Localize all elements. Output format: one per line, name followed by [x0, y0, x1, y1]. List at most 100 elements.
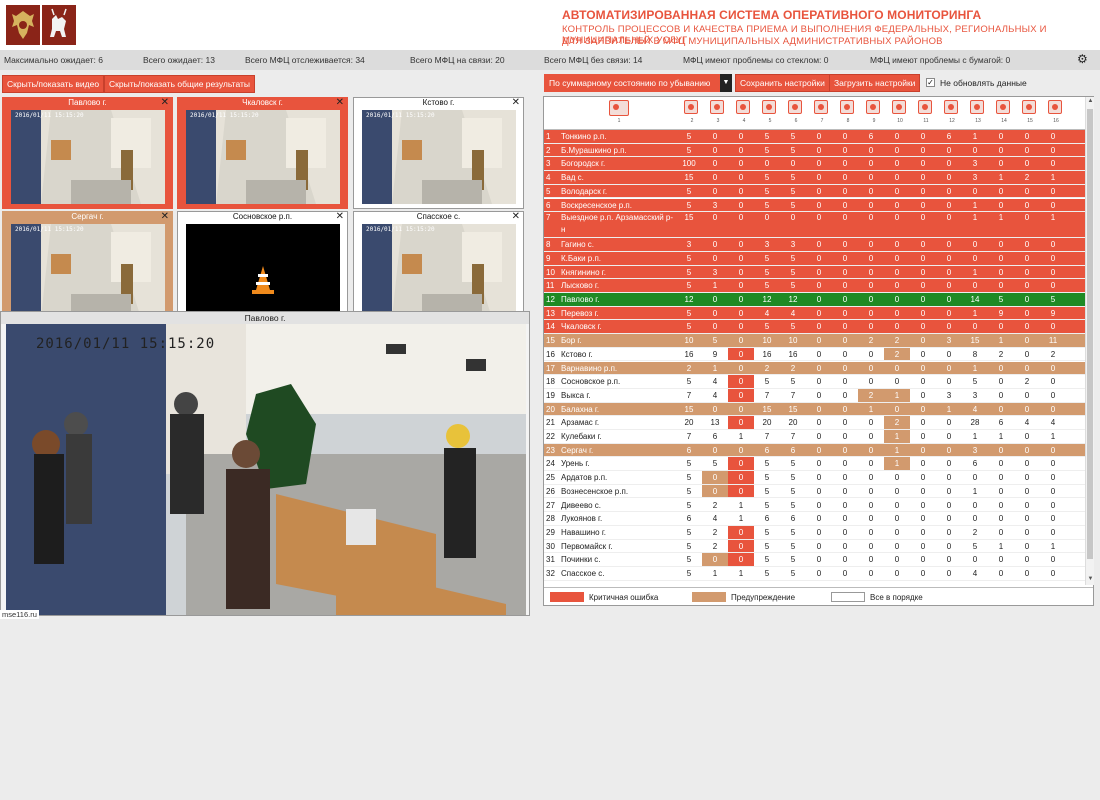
- chart-alt-icon[interactable]: [996, 100, 1010, 114]
- table-row[interactable]: 3 Богородск г. 100 0 0 0 0 0 0 0 0 0 0 3 0 0 0: [544, 157, 1085, 172]
- table-row[interactable]: 7 Выездное р.п. Арзамасский р-н 15 0 0 0 0 0 0 0 0…: [544, 212, 1085, 239]
- table-row[interactable]: 25 Ардатов р.п. 5 0 0 5 5 0 0 0 0 0 0 0 0 0 0: [544, 471, 1085, 485]
- video-tile[interactable]: Павлово г. ✕ 2016/01/11 15:15:20: [2, 97, 173, 209]
- alert-person-icon[interactable]: [866, 100, 880, 114]
- table-row[interactable]: 16 Кстово г. 16 9 0 16 16 0 0 0 2 0 0 8 2 0 2: [544, 347, 1085, 362]
- chart-up-icon[interactable]: [970, 100, 984, 114]
- table-row[interactable]: 17 Варнавино р.п. 2 1 0 2 2 0 0 0 0 0 0 1 0 0 0: [544, 361, 1085, 376]
- row-value: 0: [1050, 514, 1056, 524]
- warning-icon[interactable]: [918, 100, 932, 114]
- payment-icon[interactable]: [944, 100, 958, 114]
- close-icon[interactable]: ✕: [336, 98, 344, 108]
- scroll-thumb[interactable]: [1087, 109, 1093, 559]
- table-row[interactable]: 11 Лысково г. 5 1 0 5 5 0 0 0 0 0 0 0 0 0 0: [544, 279, 1085, 293]
- toggle-results-button[interactable]: Скрыть/показать общие результаты: [104, 75, 255, 93]
- row-mfc-name: Вознесенское р.п.: [561, 486, 629, 496]
- table-row[interactable]: 19 Выкса г. 7 4 0 7 7 0 0 2 1 0 3 3 0 0 0: [544, 388, 1085, 403]
- close-icon[interactable]: ✕: [336, 212, 344, 222]
- row-mfc-name: Лысково г.: [561, 281, 600, 291]
- video-tile[interactable]: Кстово г. ✕ 2016/01/11 15:15:20: [353, 97, 524, 209]
- gear-icon[interactable]: ⚙: [1077, 52, 1088, 66]
- video-tile[interactable]: Чкаловск г. ✕ 2016/01/11 15:15:20: [177, 97, 348, 209]
- save-settings-button[interactable]: Сохранить настройки: [735, 74, 830, 92]
- toggle-video-button[interactable]: Скрыть/показать видео: [2, 75, 105, 93]
- row-value: 0: [946, 473, 952, 483]
- close-icon[interactable]: ✕: [161, 212, 169, 222]
- row-value: 0: [868, 445, 874, 455]
- legend: Критичная ошибка Предупреждение Все в по…: [544, 587, 1093, 605]
- table-row[interactable]: 32 Спасское с. 5 1 1 5 5 0 0 0 0 0 0 4 0 0 0: [544, 567, 1085, 581]
- video-tile[interactable]: Спасское с. ✕ 2016/01/11 15:15:20: [353, 211, 524, 323]
- table-row[interactable]: 10 Княгинино г. 5 3 0 5 5 0 0 0 0 0 0 1 0 0 0: [544, 265, 1085, 280]
- table-row[interactable]: 6 Воскресенское р.п. 5 3 0 5 5 0 0 0 0 0 0 1 0 0 0: [544, 198, 1085, 213]
- table-row[interactable]: 30 Первомайск г. 5 2 0 5 5 0 0 0 0 0 0 5 1 0 1: [544, 539, 1085, 554]
- table-row[interactable]: 21 Арзамас г. 20 13 0 20 20 0 0 0 2 0 0 28 6 4 4: [544, 416, 1085, 430]
- table-row[interactable]: 27 Дивеево с. 5 2 1 5 5 0 0 0 0 0 0 0 0 0 0: [544, 498, 1085, 513]
- row-value: 7: [686, 390, 692, 400]
- money-icon[interactable]: [892, 100, 906, 114]
- load-settings-button[interactable]: Загрузить настройки: [829, 74, 921, 92]
- table-row[interactable]: 2 Б.Мурашкино р.п. 5 0 0 5 5 0 0 0 0 0 0 0 0 0 0: [544, 143, 1085, 158]
- row-value: 0: [1024, 349, 1030, 359]
- calendar-check-icon[interactable]: [840, 100, 854, 114]
- table-row[interactable]: 23 Сергач г. 6 0 0 6 6 0 0 0 1 0 0 3 0 0 0: [544, 443, 1085, 458]
- row-value: 15: [684, 404, 694, 414]
- row-value: 0: [894, 541, 900, 551]
- row-number: 10: [546, 267, 555, 277]
- row-value: 0: [920, 514, 926, 524]
- no-update-checkbox[interactable]: ✓: [926, 78, 935, 87]
- table-row[interactable]: 24 Урень г. 5 5 0 5 5 0 0 0 1 0 0 6 0 0 0: [544, 457, 1085, 472]
- sort-select[interactable]: По суммарному состоянию по убыванию ▼: [544, 74, 732, 92]
- mail-icon[interactable]: [814, 100, 828, 114]
- table-row[interactable]: 5 Володарск г. 5 0 0 5 5 0 0 0 0 0 0 0 0 0 0: [544, 184, 1085, 199]
- close-icon[interactable]: ✕: [512, 212, 520, 222]
- row-value: 1: [712, 569, 718, 578]
- table-row[interactable]: 4 Вад с. 15 0 0 5 5 0 0 0 0 0 0 3 1 2 1: [544, 171, 1085, 185]
- people-icon[interactable]: [684, 100, 698, 114]
- alert-bell-icon[interactable]: [1022, 100, 1036, 114]
- table-row[interactable]: 26 Вознесенское р.п. 5 0 0 5 5 0 0 0 0 0 0 1 0 0 0: [544, 484, 1085, 499]
- report-icon[interactable]: [1048, 100, 1062, 114]
- close-icon[interactable]: ✕: [161, 98, 169, 108]
- row-value: 0: [816, 159, 822, 169]
- row-value: 0: [842, 267, 848, 277]
- calendar-icon[interactable]: [609, 100, 629, 116]
- scroll-up-icon[interactable]: ▲: [1086, 97, 1095, 106]
- row-value: 0: [868, 186, 874, 196]
- table-scrollbar[interactable]: ▲ ▼: [1085, 97, 1094, 585]
- table-row[interactable]: 18 Сосновское р.п. 5 4 0 5 5 0 0 0 0 0 0 5 0 2 0: [544, 375, 1085, 389]
- row-value: 0: [816, 267, 822, 277]
- table-row[interactable]: 1 Тонкино р.п. 5 0 0 5 5 0 0 6 0 0 6 1 0 0 0: [544, 130, 1085, 144]
- row-value: 0: [816, 308, 822, 318]
- processing-icon[interactable]: [788, 100, 802, 114]
- table-row[interactable]: 15 Бор г. 10 5 0 10 10 0 0 2 2 0 3 15 1 0 11: [544, 334, 1085, 348]
- table-row[interactable]: 13 Перевоз г. 5 0 0 4 4 0 0 0 0 0 0 1 9 0 9: [544, 306, 1085, 321]
- table-row[interactable]: 22 Кулебаки г. 7 6 1 7 7 0 0 0 1 0 0 1 1 0 1: [544, 430, 1085, 444]
- row-value: 0: [998, 267, 1004, 277]
- documents-icon[interactable]: [762, 100, 776, 114]
- video-tile[interactable]: Сосновское р.п. ✕: [177, 211, 348, 323]
- close-icon[interactable]: ✕: [512, 98, 520, 108]
- table-row[interactable]: 20 Балахна г. 15 0 0 15 15 0 0 1 0 0 1 4 0 0 0: [544, 402, 1085, 417]
- queue-icon[interactable]: [710, 100, 724, 114]
- row-value: 0: [868, 486, 874, 496]
- row-value: 0: [998, 186, 1004, 196]
- row-value: 0: [868, 377, 874, 387]
- video-tile[interactable]: Сергач г. ✕ 2016/01/11 15:15:20: [2, 211, 173, 323]
- row-value: 0: [920, 281, 926, 291]
- nizhny-novgorod-coat-of-arms-icon: [42, 5, 76, 45]
- row-value: 0: [1024, 322, 1030, 332]
- row-value: 0: [920, 213, 926, 223]
- table-row[interactable]: 9 К.Баки р.п. 5 0 0 5 5 0 0 0 0 0 0 0 0 0 0: [544, 251, 1085, 266]
- video-popup[interactable]: Павлово г. 2016/01/11 15:15:20: [0, 311, 530, 616]
- table-row[interactable]: 29 Навашино г. 5 2 0 5 5 0 0 0 0 0 0 2 0 0 0: [544, 525, 1085, 540]
- table-row[interactable]: 8 Гагино с. 3 0 0 3 3 0 0 0 0 0 0 0 0 0 0: [544, 238, 1085, 252]
- search-person-icon[interactable]: [736, 100, 750, 114]
- scroll-down-icon[interactable]: ▼: [1086, 575, 1095, 584]
- table-row[interactable]: 12 Павлово г. 12 0 0 12 12 0 0 0 0 0 0 14 5 0 5: [544, 293, 1085, 307]
- row-value: 1: [946, 404, 952, 414]
- table-row[interactable]: 14 Чкаловск г. 5 0 0 5 5 0 0 0 0 0 0 0 0 0 0: [544, 320, 1085, 335]
- table-row[interactable]: 28 Лукоянов г. 6 4 1 6 6 0 0 0 0 0 0 0 0 0 0: [544, 512, 1085, 526]
- video-tile-timestamp: 2016/01/11 15:15:20: [366, 226, 435, 233]
- table-row[interactable]: 31 Починки с. 5 0 0 5 5 0 0 0 0 0 0 0 0 0 0: [544, 553, 1085, 567]
